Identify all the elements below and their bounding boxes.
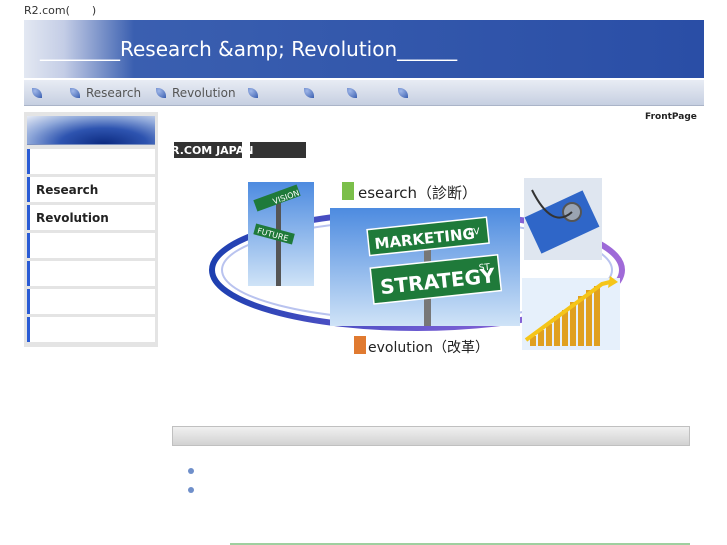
leaf-icon [156, 88, 166, 98]
sidebar-item-6[interactable] [27, 289, 155, 314]
sidebar-item-5[interactable] [27, 261, 155, 286]
nav-item-research[interactable]: Research [70, 85, 141, 101]
research-label: esearch（診断） [342, 182, 477, 202]
sidebar-item-1[interactable] [27, 149, 155, 174]
leaf-icon [398, 88, 408, 98]
bullet-dot [188, 468, 194, 474]
nav-bar: Research Revolution [24, 80, 704, 106]
nav-item-7[interactable] [398, 85, 414, 101]
sidebar-item-4[interactable] [27, 233, 155, 258]
laptop-stethoscope-photo [524, 178, 602, 260]
nav-item-5[interactable] [304, 85, 320, 101]
leaf-icon [347, 88, 357, 98]
banner-title: ________Research &amp; Revolution______ [40, 37, 458, 61]
nav-item-6[interactable] [347, 85, 363, 101]
bullet-dot [188, 487, 194, 493]
sidebar: Research Revolution [24, 112, 158, 347]
research-text: esearch（診断） [358, 184, 477, 202]
sidebar-item-revolution[interactable]: Revolution [27, 205, 155, 230]
revolution-text: evolution（改革） [368, 340, 489, 356]
hero-banner-image: RR.COM JAPAN VISION FUTURE esearch（診断） M… [172, 142, 625, 356]
frontpage-link[interactable]: FrontPage [645, 112, 697, 122]
leaf-icon [32, 88, 42, 98]
sign-st: ST [478, 263, 491, 274]
nav-item-4[interactable] [248, 85, 264, 101]
marketing-strategy-photo: MARKETING AV STRATEGY ST [330, 208, 520, 326]
leaf-icon [70, 88, 80, 98]
growth-chart-photo [522, 276, 620, 350]
sidebar-item-7[interactable] [27, 317, 155, 342]
revolution-label: evolution（改革） [354, 336, 489, 356]
sign-av: AV [467, 227, 481, 238]
nav-item-revolution[interactable]: Revolution [156, 85, 236, 101]
nav-item-1[interactable] [32, 85, 48, 101]
leaf-icon [248, 88, 258, 98]
page-top-text: R2.com( ) [24, 4, 97, 17]
vision-future-photo: VISION FUTURE [248, 182, 314, 286]
logo-text: RR.COM JAPAN [172, 144, 253, 157]
rr-com-japan-logo: RR.COM JAPAN [172, 142, 306, 158]
nav-item-label: Revolution [172, 86, 236, 100]
nav-item-label: Research [86, 86, 142, 100]
header-banner: ________Research &amp; Revolution______ [24, 20, 704, 78]
content-section-bar [172, 426, 690, 446]
sidebar-header-graphic [27, 116, 155, 145]
sidebar-item-research[interactable]: Research [27, 177, 155, 202]
leaf-icon [304, 88, 314, 98]
